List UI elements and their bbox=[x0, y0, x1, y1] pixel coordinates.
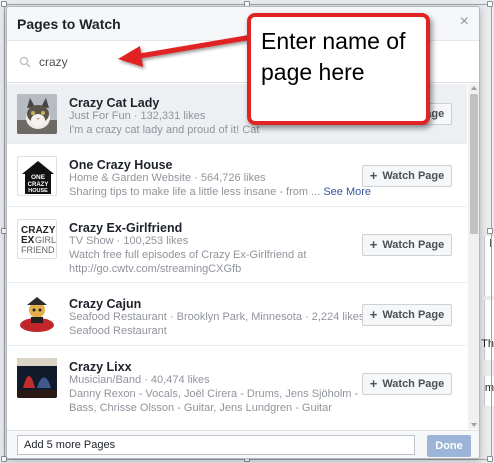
page-meta: Home & Garden Website · 564,726 likes bbox=[69, 172, 266, 184]
see-more-link[interactable]: See More bbox=[323, 186, 371, 198]
search-icon bbox=[19, 56, 31, 68]
page-meta: Seafood Restaurant · Brooklyn Park, Minn… bbox=[69, 311, 365, 323]
page-avatar: ONE CRAZY HOUSE bbox=[17, 156, 57, 196]
watch-page-button[interactable]: + Watch Page bbox=[362, 373, 452, 395]
page-description: Sharing tips to make life a little less … bbox=[69, 185, 371, 199]
list-item[interactable]: CRAZY EX GIRL FRIEND Crazy Ex-Girlfriend… bbox=[7, 208, 467, 283]
plus-icon: + bbox=[369, 307, 378, 322]
watch-page-label: Watch Page bbox=[382, 239, 445, 251]
page-meta: Just For Fun · 132,331 likes bbox=[69, 110, 206, 122]
page-avatar bbox=[17, 358, 57, 398]
resize-handle[interactable] bbox=[487, 228, 493, 234]
page-name[interactable]: One Crazy House bbox=[69, 158, 173, 172]
plus-icon: + bbox=[369, 376, 378, 391]
resize-handle[interactable] bbox=[487, 456, 493, 462]
logo-text: FRIEND bbox=[21, 245, 55, 255]
list-item[interactable]: Crazy Lixx Musician/Band · 40,474 likes … bbox=[7, 347, 467, 429]
page-meta: Musician/Band · 40,474 likes bbox=[69, 374, 210, 386]
page-name[interactable]: Crazy Ex-Girlfriend bbox=[69, 221, 182, 235]
page-avatar bbox=[17, 295, 57, 335]
dialog-footer: Add 5 more Pages Done bbox=[7, 430, 479, 458]
page-description: Danny Rexon - Vocals, Joël Cirera - Drum… bbox=[69, 388, 359, 414]
page-name[interactable]: Crazy Cat Lady bbox=[69, 96, 159, 110]
page-description: I'm a crazy cat lady and proud of it! Ca… bbox=[69, 124, 260, 136]
scroll-thumb[interactable] bbox=[470, 94, 478, 234]
page-name[interactable]: Crazy Lixx bbox=[69, 360, 132, 374]
page-description: Seafood Restaurant bbox=[69, 325, 167, 337]
pages-remaining-status: Add 5 more Pages bbox=[17, 435, 415, 455]
page-results-list: Crazy Cat Lady Just For Fun · 132,331 li… bbox=[7, 84, 467, 429]
logo-text: ONE bbox=[31, 174, 46, 181]
dialog-title: Pages to Watch bbox=[17, 16, 121, 32]
page-name[interactable]: Crazy Cajun bbox=[69, 297, 141, 311]
logo-text: HOUSE bbox=[28, 188, 48, 194]
watch-page-button[interactable]: + Watch Page bbox=[362, 234, 452, 256]
logo-text: GIRL bbox=[35, 235, 56, 245]
list-item[interactable]: ONE CRAZY HOUSE One Crazy House Home & G… bbox=[7, 145, 467, 207]
scroll-up-arrow-icon[interactable] bbox=[471, 86, 477, 90]
list-scrollbar[interactable] bbox=[468, 84, 479, 429]
page-avatar: CRAZY EX GIRL FRIEND bbox=[17, 219, 57, 259]
watch-page-button[interactable]: + Watch Page bbox=[362, 304, 452, 326]
plus-icon: + bbox=[369, 168, 378, 183]
description-text: Sharing tips to make life a little less … bbox=[69, 186, 321, 198]
watch-page-label: Watch Page bbox=[382, 378, 445, 390]
page-description: Watch free full episodes of Crazy Ex-Gir… bbox=[69, 249, 307, 275]
done-button[interactable]: Done bbox=[427, 435, 471, 457]
page-meta: TV Show · 100,253 likes bbox=[69, 235, 189, 247]
page-avatar bbox=[17, 94, 57, 134]
list-item[interactable]: Crazy Cajun Seafood Restaurant · Brookly… bbox=[7, 284, 467, 346]
watch-page-button[interactable]: + Watch Page bbox=[362, 165, 452, 187]
instruction-callout: Enter name of page here bbox=[247, 13, 430, 125]
plus-icon: + bbox=[369, 237, 378, 252]
watch-page-label: Watch Page bbox=[382, 170, 445, 182]
close-icon[interactable]: × bbox=[460, 14, 469, 30]
resize-handle[interactable] bbox=[487, 1, 493, 7]
scroll-down-arrow-icon[interactable] bbox=[471, 423, 477, 427]
watch-page-label: Watch Page bbox=[382, 309, 445, 321]
